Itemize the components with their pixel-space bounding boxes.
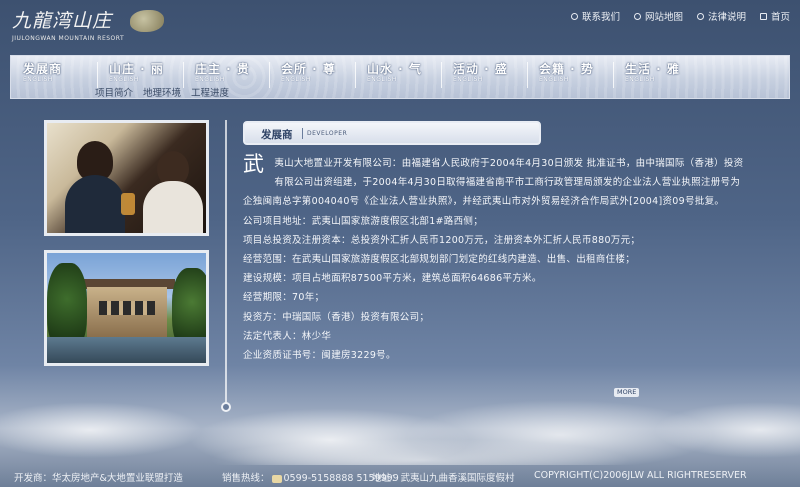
- nav-item-label: 山水 · 气: [367, 62, 422, 76]
- subnav-construction-progress[interactable]: 工程进度: [191, 85, 229, 99]
- home-link[interactable]: 首页: [759, 9, 790, 23]
- nav-item-landscape[interactable]: 山水 · 气 ENGLISH: [355, 60, 441, 88]
- top-links: 联系我们 网站地图 法律说明 首页: [570, 9, 790, 23]
- nav-item-resort[interactable]: 山庄 · 丽 ENGLISH: [97, 60, 183, 88]
- home-icon: [759, 12, 767, 20]
- nav-item-developer[interactable]: 发展商 ENGLISH: [11, 60, 97, 83]
- timeline-line: [225, 120, 227, 405]
- location-pin-icon: [570, 12, 578, 20]
- info-legal-rep: 法定代表人：林少华: [243, 330, 332, 342]
- developer-content: 武 夷山大地置业开发有限公司：由福建省人民政府于2004年4月30日颁发 批准证…: [243, 154, 748, 365]
- company-info-list: 公司项目地址：武夷山国家旅游度假区北部1#路西侧； 项目总投资及注册资本：总投资…: [243, 212, 748, 366]
- logo-stone-icon: [130, 10, 164, 32]
- villa-photo: [44, 250, 209, 366]
- nav-divider: [441, 62, 442, 88]
- nav-item-owner[interactable]: 庄主 · 贵 ENGLISH: [183, 60, 269, 88]
- footer-address: 地址：武夷山九曲香溪国际度假村: [372, 473, 515, 484]
- nav-item-english: ENGLISH: [109, 76, 139, 83]
- drop-cap: 武: [243, 152, 265, 176]
- info-business-scope: 经营范围：在武夷山国家旅游度假区北部规划部门划定的红线内建造、出售、出租商住楼；: [243, 254, 636, 266]
- nav-items: 发展商 ENGLISH 山庄 · 丽 ENGLISH 庄主 · 贵 ENGLIS…: [11, 60, 699, 88]
- nav-item-membership[interactable]: 会籍 · 势 ENGLISH: [527, 60, 613, 88]
- nav-item-clubhouse[interactable]: 会所 · 尊 ENGLISH: [269, 60, 355, 88]
- company-intro-text: 夷山大地置业开发有限公司：由福建省人民政府于2004年4月30日颁发 批准证书，…: [243, 158, 744, 208]
- location-pin-icon: [633, 12, 641, 20]
- nav-item-english: ENGLISH: [281, 76, 311, 83]
- nav-item-lifestyle[interactable]: 生活 · 雅 ENGLISH: [613, 60, 699, 88]
- logo-english-name: JIULONGWAN MOUNTAIN RESORT: [12, 35, 125, 42]
- main-nav: 发展商 ENGLISH 山庄 · 丽 ENGLISH 庄主 · 贵 ENGLIS…: [10, 55, 790, 99]
- footer-developer: 开发商：华太房地产&大地置业联盟打造: [14, 473, 183, 484]
- phone-icon: [271, 474, 282, 483]
- section-header: 发展商 DEVELOPER: [243, 121, 541, 145]
- info-term: 经营期限：70年；: [243, 292, 325, 304]
- site-header: 九龍湾山庄 JIULONGWAN MOUNTAIN RESORT 联系我们 网站…: [0, 0, 800, 52]
- footer-copyright: COPYRIGHT(C)2006JLW ALL RIGHTRESERVER: [534, 470, 747, 481]
- nav-item-english: ENGLISH: [367, 76, 397, 83]
- subnav-project-intro[interactable]: 项目简介: [95, 85, 133, 99]
- nav-item-label: 庄主 · 贵: [195, 62, 250, 76]
- legal-notice-label: 法律说明: [707, 12, 746, 23]
- info-scale: 建设规模：项目占地面积87500平方米，建筑总面积64686平方米。: [243, 273, 542, 285]
- subnav-geography[interactable]: 地理环境: [143, 85, 181, 99]
- contact-us-link[interactable]: 联系我们: [570, 9, 620, 23]
- dining-people-photo: [44, 120, 209, 236]
- site-map-label: 网站地图: [644, 12, 683, 23]
- site-logo[interactable]: 九龍湾山庄 JIULONGWAN MOUNTAIN RESORT: [12, 6, 164, 44]
- sub-nav: 项目简介 地理环境 工程进度: [95, 85, 229, 99]
- nav-item-events[interactable]: 活动 · 盛 ENGLISH: [441, 60, 527, 88]
- nav-item-label: 山庄 · 丽: [109, 62, 164, 76]
- nav-divider: [613, 62, 614, 88]
- nav-item-label: 会籍 · 势: [539, 62, 594, 76]
- nav-item-label: 会所 · 尊: [281, 62, 336, 76]
- cloud-decoration: [0, 360, 800, 465]
- site-map-link[interactable]: 网站地图: [633, 9, 683, 23]
- nav-divider: [355, 62, 356, 88]
- nav-item-english: ENGLISH: [195, 76, 225, 83]
- section-title: 发展商: [261, 129, 293, 141]
- legal-notice-link[interactable]: 法律说明: [696, 9, 746, 23]
- info-address: 公司项目地址：武夷山国家旅游度假区北部1#路西侧；: [243, 215, 484, 227]
- more-button[interactable]: MORE: [614, 388, 640, 397]
- nav-item-english: ENGLISH: [539, 76, 569, 83]
- nav-divider: [269, 62, 270, 88]
- section-title-english: DEVELOPER: [307, 130, 348, 137]
- info-investor: 投资方：中瑞国际（香港）投资有限公司；: [243, 311, 430, 323]
- nav-item-label: 活动 · 盛: [453, 62, 508, 76]
- nav-item-english: ENGLISH: [23, 76, 53, 83]
- info-qualification: 企业资质证书号：闽建房3229号。: [243, 350, 396, 362]
- company-intro: 武 夷山大地置业开发有限公司：由福建省人民政府于2004年4月30日颁发 批准证…: [243, 154, 748, 212]
- nav-item-english: ENGLISH: [453, 76, 483, 83]
- footer-hotline-label: 销售热线：: [222, 473, 270, 484]
- info-investment: 项目总投资及注册资本：总投资外汇折人民币1200万元，注册资本外汇折人民币880…: [243, 234, 641, 246]
- section-title-divider: [302, 128, 303, 139]
- nav-item-english: ENGLISH: [625, 76, 655, 83]
- contact-us-label: 联系我们: [581, 12, 620, 23]
- nav-item-label: 发展商: [23, 62, 63, 76]
- site-footer: 开发商：华太房地产&大地置业联盟打造 销售热线： 0599-5158888 515…: [0, 465, 800, 487]
- nav-divider: [527, 62, 528, 88]
- nav-item-label: 生活 · 雅: [625, 62, 680, 76]
- home-label: 首页: [770, 12, 790, 23]
- timeline-end-dot: [221, 402, 231, 412]
- location-pin-icon: [696, 12, 704, 20]
